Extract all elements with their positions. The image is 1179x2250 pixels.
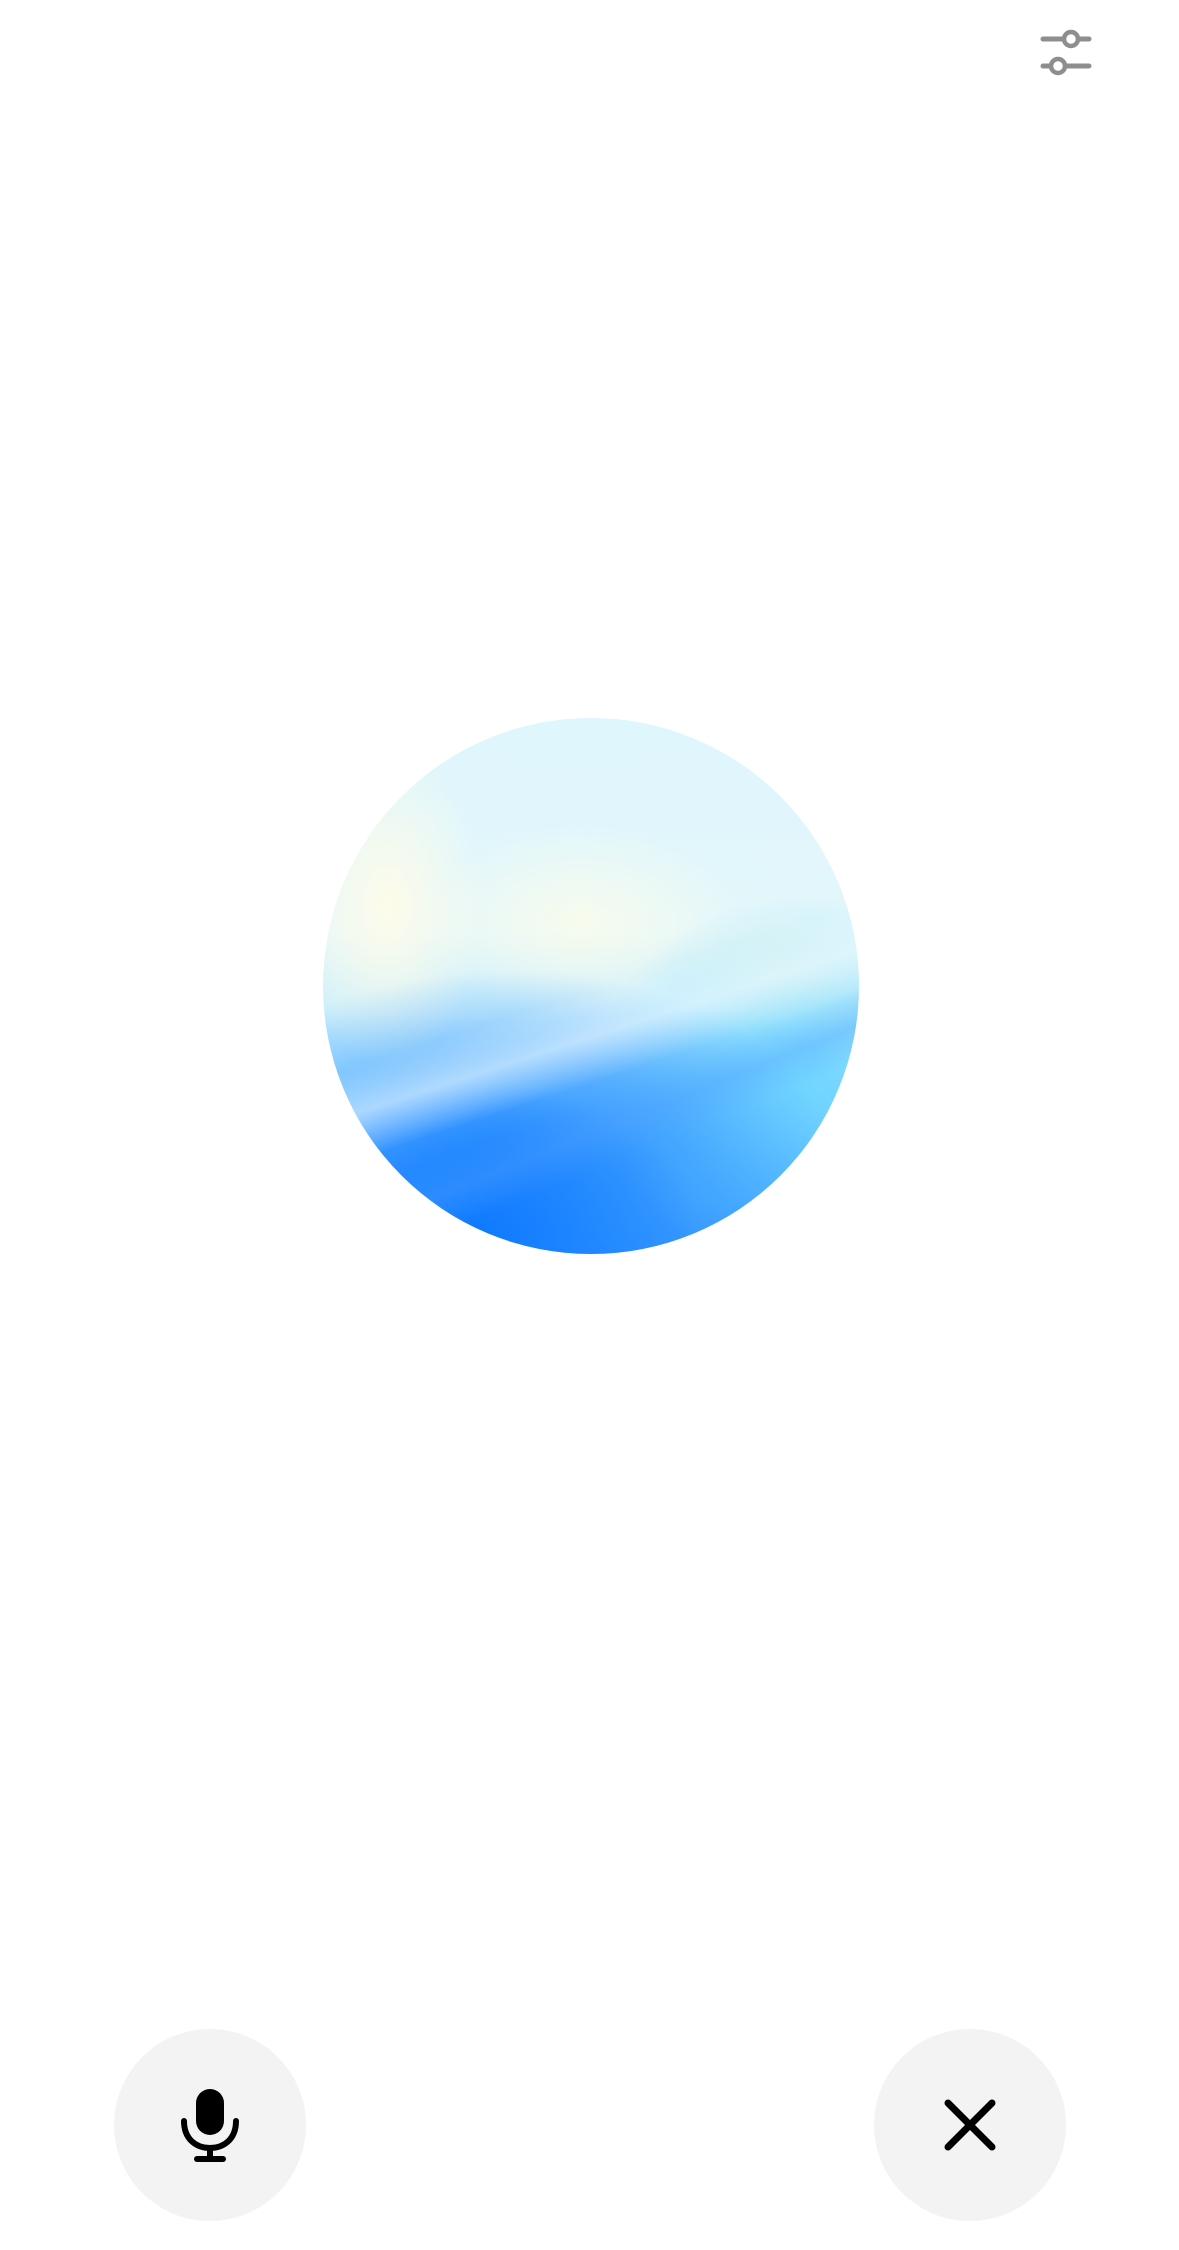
close-button[interactable]: [874, 2029, 1066, 2221]
microphone-button[interactable]: [114, 2029, 306, 2221]
settings-button[interactable]: [1024, 10, 1108, 94]
voice-orb: [323, 718, 859, 1254]
microphone-icon: [181, 2089, 239, 2162]
close-icon: [944, 2099, 996, 2151]
sliders-icon: [1040, 29, 1092, 76]
